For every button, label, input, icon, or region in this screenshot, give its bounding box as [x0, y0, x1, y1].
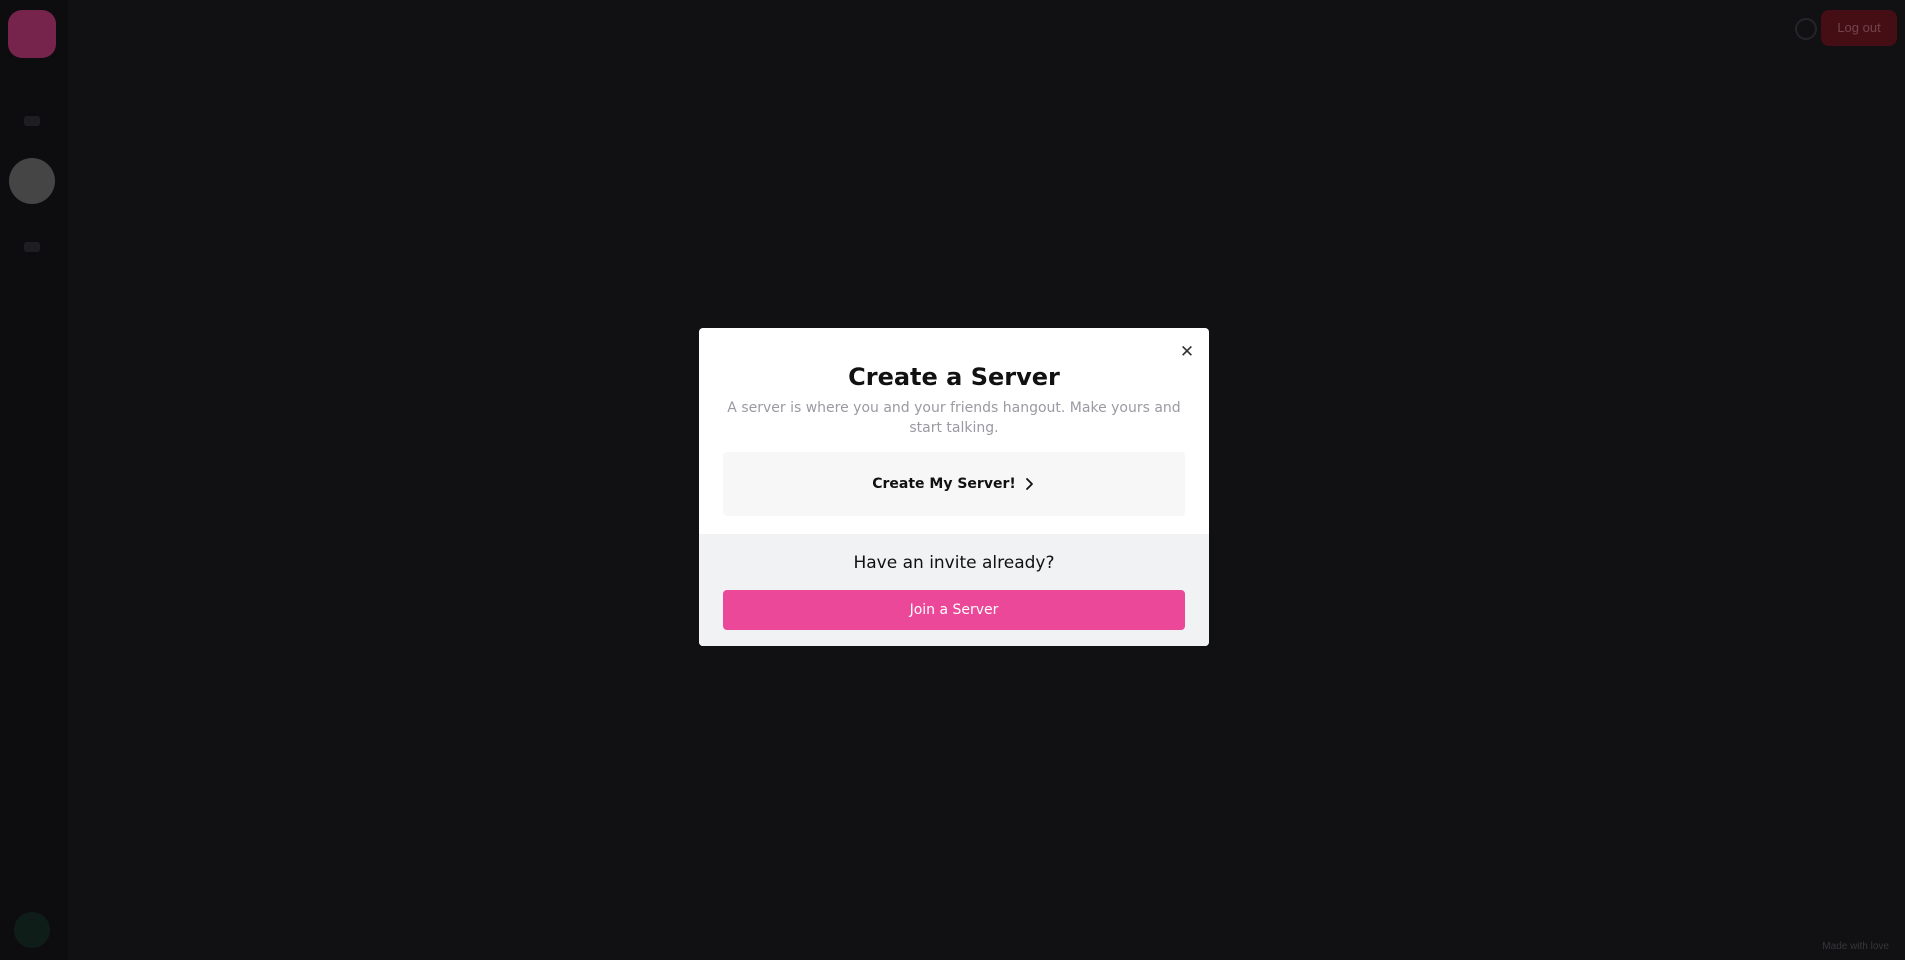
close-icon[interactable]: ✕ — [1177, 342, 1197, 362]
modal-title: Create a Server — [848, 363, 1060, 391]
modal-body: ✕ Create a Server A server is where you … — [699, 328, 1209, 534]
create-server-label: Create My Server! — [872, 476, 1016, 492]
join-server-button[interactable]: Join a Server — [723, 590, 1185, 630]
create-server-button[interactable]: Create My Server! — [723, 452, 1185, 516]
modal-footer: Have an invite already? Join a Server — [699, 534, 1209, 646]
modal-subtitle: A server is where you and your friends h… — [727, 400, 1181, 436]
chevron-right-icon — [1025, 478, 1033, 490]
invite-prompt: Have an invite already? — [853, 553, 1055, 573]
create-server-modal: ✕ Create a Server A server is where you … — [699, 328, 1209, 646]
